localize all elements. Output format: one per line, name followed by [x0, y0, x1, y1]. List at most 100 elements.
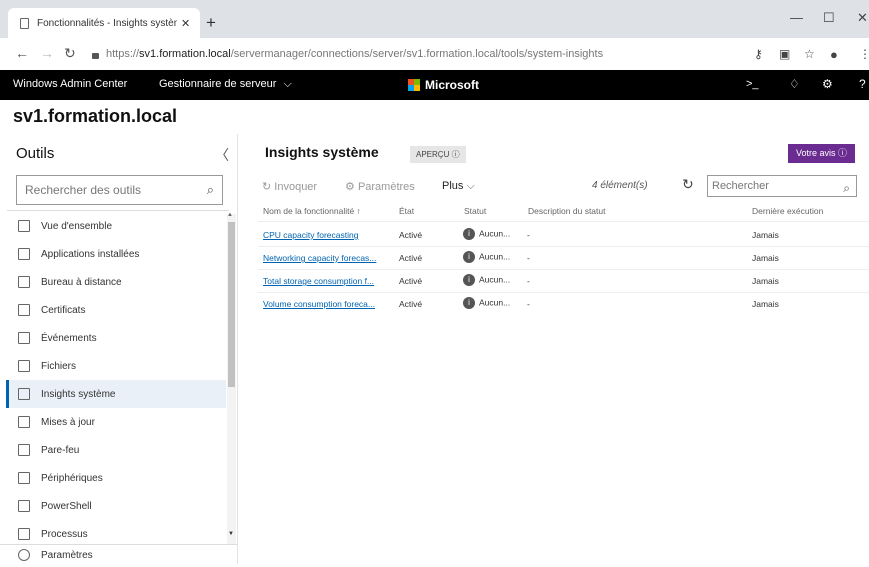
- tools-search-input[interactable]: Rechercher des outils ⌕: [16, 175, 223, 205]
- tool-menu[interactable]: Gestionnaire de serveur ⌵: [159, 78, 292, 91]
- gear-icon: [18, 549, 30, 561]
- notifications-icon[interactable]: ♢: [789, 77, 800, 91]
- feedback-button[interactable]: Votre avis ⓘ: [788, 144, 856, 163]
- table-row[interactable]: CPU capacity forecasting Activé i Aucun..…: [258, 224, 869, 246]
- feature-status: i Aucun...: [463, 297, 510, 309]
- sidebar-title: Outils: [16, 145, 55, 162]
- sidebar-item-label: Vue d'ensemble: [41, 220, 113, 232]
- feature-name-link[interactable]: Networking capacity forecas...: [263, 253, 376, 263]
- info-icon: i: [463, 297, 475, 309]
- scroll-up-icon[interactable]: ▲: [227, 212, 233, 218]
- key-icon[interactable]: ⚷: [754, 47, 763, 61]
- table-search-input[interactable]: Rechercher ⌕: [707, 175, 857, 197]
- updates-icon: [18, 416, 30, 428]
- sidebar-scroll-thumb[interactable]: [228, 222, 235, 387]
- settings-gear-icon[interactable]: ⚙: [822, 77, 833, 91]
- invoke-label: Invoquer: [274, 181, 318, 193]
- settings-button[interactable]: ⚙ Paramètres: [345, 180, 415, 193]
- feature-name-link[interactable]: CPU capacity forecasting: [263, 230, 358, 240]
- sidebar-item-firewall[interactable]: Pare-feu: [6, 436, 226, 464]
- more-label: Plus: [442, 180, 464, 192]
- back-icon[interactable]: ←: [15, 45, 29, 61]
- tools-search-placeholder: Rechercher des outils: [25, 183, 142, 197]
- feature-last-run: Jamais: [752, 299, 779, 309]
- reload-icon[interactable]: ↻: [64, 45, 76, 62]
- sidebar-settings-label: Paramètres: [41, 549, 93, 561]
- invoke-button[interactable]: ↻ Invoquer: [262, 180, 317, 193]
- new-tab-button[interactable]: +: [206, 14, 216, 31]
- powershell-icon: [18, 500, 30, 512]
- remote-desktop-icon: [18, 276, 30, 288]
- translate-icon[interactable]: ▣: [779, 47, 790, 61]
- sidebar-item-overview[interactable]: Vue d'ensemble: [6, 212, 226, 240]
- sidebar-item-remote-desktop[interactable]: Bureau à distance: [6, 268, 226, 296]
- product-name[interactable]: Windows Admin Center: [13, 78, 127, 90]
- window-close-icon[interactable]: ✕: [857, 10, 868, 26]
- sidebar-item-label: Certificats: [41, 304, 86, 316]
- column-header-last-run[interactable]: Dernière exécution: [752, 206, 823, 216]
- terminal-icon[interactable]: >_: [746, 78, 759, 90]
- browser-tab[interactable]: Fonctionnalités - Insights systèm ✕: [8, 8, 200, 38]
- table-row[interactable]: Total storage consumption f... Activé iA…: [258, 270, 869, 292]
- feature-description: -: [527, 230, 530, 240]
- feature-state: Activé: [399, 230, 423, 240]
- sidebar-item-system-insights[interactable]: Insights système: [6, 380, 226, 408]
- maximize-icon[interactable]: ☐: [823, 10, 835, 26]
- column-header-name[interactable]: Nom de la fonctionnalité ↑: [263, 206, 361, 216]
- sidebar-settings[interactable]: Paramètres: [6, 543, 226, 567]
- info-icon: i: [463, 274, 475, 286]
- feature-status: i Aucun...: [463, 228, 510, 240]
- browser-menu-icon[interactable]: ⋮: [859, 47, 869, 61]
- sidebar-item-updates[interactable]: Mises à jour: [6, 408, 226, 436]
- refresh-icon[interactable]: ↻: [682, 176, 694, 193]
- sidebar-item-label: Fichiers: [41, 360, 77, 372]
- item-count: 4 élément(s): [592, 180, 648, 191]
- feature-name-link[interactable]: Volume consumption foreca...: [263, 299, 375, 309]
- column-header-status[interactable]: Statut: [464, 206, 486, 216]
- feature-description: -: [527, 299, 530, 309]
- table-row[interactable]: Volume consumption foreca... Activé i Auc…: [258, 293, 869, 315]
- feature-state: Activé: [399, 276, 423, 286]
- url-field[interactable]: https://sv1.formation.local/servermanage…: [84, 42, 734, 66]
- preview-badge[interactable]: APERÇU ⓘ: [410, 146, 466, 163]
- sidebar-item-installed-apps[interactable]: Applications installées: [6, 240, 226, 268]
- invoke-icon: ↻: [262, 181, 272, 193]
- feature-state: Activé: [399, 299, 423, 309]
- sidebar-item-certificates[interactable]: Certificats: [6, 296, 226, 324]
- column-header-state[interactable]: État: [399, 206, 414, 216]
- minimize-icon[interactable]: —: [790, 10, 803, 25]
- profile-icon[interactable]: ●: [830, 47, 838, 62]
- search-icon: ⌕: [843, 181, 850, 195]
- chevron-down-icon: ⌵: [466, 180, 475, 192]
- sidebar-item-devices[interactable]: Périphériques: [6, 464, 226, 492]
- sidebar-item-label: Mises à jour: [41, 416, 95, 428]
- microsoft-logo-icon: [408, 79, 420, 91]
- bookmark-star-icon[interactable]: ☆: [804, 47, 815, 61]
- table-row[interactable]: Networking capacity forecas... Activé iA…: [258, 247, 869, 269]
- feature-status: i Aucun...: [463, 251, 510, 263]
- forward-icon[interactable]: →: [40, 45, 54, 61]
- sidebar-item-label: Bureau à distance: [41, 276, 122, 288]
- settings-label: Paramètres: [357, 181, 415, 193]
- collapse-chevron-icon[interactable]: 〈: [215, 145, 229, 165]
- sidebar-item-label: Périphériques: [41, 472, 103, 484]
- feature-name-link[interactable]: Total storage consumption f...: [263, 276, 374, 286]
- column-header-description[interactable]: Description du statut: [528, 206, 605, 216]
- devices-icon: [18, 472, 30, 484]
- more-menu[interactable]: Plus ⌵: [442, 180, 475, 193]
- sidebar-item-powershell[interactable]: PowerShell: [6, 492, 226, 520]
- sidebar-item-files[interactable]: Fichiers: [6, 352, 226, 380]
- help-icon[interactable]: ?: [859, 77, 866, 91]
- feature-last-run: Jamais: [752, 276, 779, 286]
- scroll-down-icon[interactable]: ▼: [228, 531, 234, 537]
- tab-close-icon[interactable]: ✕: [181, 17, 190, 30]
- settings-icon: ⚙: [345, 181, 355, 193]
- tool-menu-label: Gestionnaire de serveur: [159, 78, 277, 90]
- feature-status-text: Aucun...: [479, 228, 511, 239]
- sidebar-item-label: Insights système: [41, 388, 116, 400]
- sidebar-item-label: Événements: [41, 332, 97, 344]
- url-host: sv1.formation.local: [139, 48, 231, 60]
- chevron-down-icon: ⌵: [283, 78, 292, 90]
- sidebar-item-events[interactable]: Événements: [6, 324, 226, 352]
- feature-status-text: Aucun...: [479, 297, 511, 308]
